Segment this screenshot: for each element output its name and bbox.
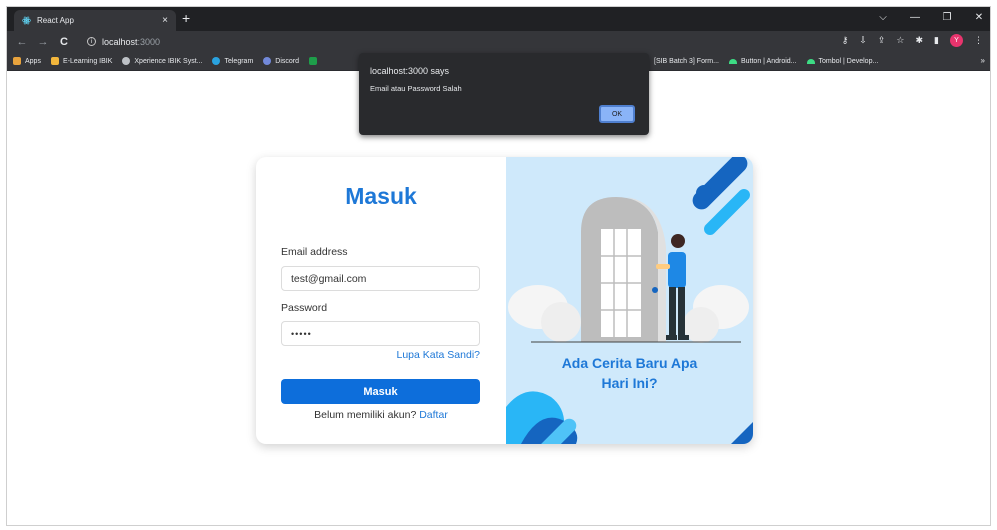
back-icon[interactable]: ←	[16, 36, 28, 48]
key-icon[interactable]: ⚷	[842, 35, 849, 46]
signup-prompt: Belum memiliki akun? Daftar	[256, 409, 506, 421]
bookmark-elearning[interactable]: E-Learning IBIK	[50, 57, 112, 65]
telegram-icon	[212, 57, 221, 65]
password-label: Password	[281, 302, 328, 314]
tab-title: React App	[37, 16, 74, 25]
site-info-icon[interactable]: i	[87, 37, 96, 46]
sheets-icon[interactable]	[309, 57, 321, 65]
forward-icon[interactable]: →	[37, 36, 49, 48]
forgot-password-link[interactable]: Lupa Kata Sandi?	[397, 349, 481, 361]
share-icon[interactable]: ⇪	[878, 35, 886, 46]
elearning-icon	[50, 57, 59, 65]
close-window-icon[interactable]: ✕	[973, 12, 985, 23]
url-host: localhost	[102, 36, 138, 47]
email-label: Email address	[281, 246, 348, 258]
react-icon	[22, 16, 31, 25]
discord-icon	[263, 57, 272, 65]
signup-link[interactable]: Daftar	[419, 409, 448, 421]
minimize-icon[interactable]: —	[909, 12, 921, 23]
url-port: :3000	[137, 36, 161, 47]
install-icon[interactable]: ⇩	[859, 35, 867, 46]
bookmark-star-icon[interactable]: ☆	[896, 35, 904, 46]
browser-toolbar: ← → C i localhost:3000 ⚷ ⇩ ⇪ ☆ ✱ ▮ Y ⋮	[7, 31, 991, 52]
screen: React App × + ⌵ — ❐ ✕ ← → C i localhost:…	[0, 0, 997, 530]
tagline-line-1: Ada Cerita Baru Apa	[561, 355, 698, 371]
bookmark-button-android[interactable]: Button | Android...	[728, 58, 797, 65]
bookmarks-overflow-icon[interactable]: »	[981, 56, 985, 65]
profile-avatar[interactable]: Y	[950, 34, 963, 47]
browser-tab[interactable]: React App ×	[14, 10, 176, 31]
tab-close-icon[interactable]: ×	[162, 15, 168, 26]
browser-tab-strip: React App × + ⌵ — ❐ ✕	[7, 7, 991, 31]
signup-text: Belum memiliki akun?	[314, 409, 417, 421]
illustration-tagline: Ada Cerita Baru Apa Hari Ini?	[506, 353, 753, 393]
password-field[interactable]: •••••	[281, 321, 480, 346]
tab-search-icon[interactable]: ⌵	[877, 12, 889, 23]
menu-icon[interactable]: ⋮	[974, 35, 983, 46]
globe-icon	[122, 57, 131, 65]
new-tab-button[interactable]: +	[182, 11, 190, 25]
door-illustration	[506, 157, 753, 444]
bookmark-sib-form[interactable]: [SIB Batch 3] Form...	[654, 58, 719, 65]
email-field[interactable]: test@gmail.com	[281, 266, 480, 291]
login-button[interactable]: Masuk	[281, 379, 480, 404]
android-icon	[806, 59, 815, 64]
alert-message: Email atau Password Salah	[370, 84, 462, 93]
bookmarks-right: [SIB Batch 3] Form... Button | Android..…	[654, 52, 888, 71]
toolbar-actions: ⚷ ⇩ ⇪ ☆ ✱ ▮ Y ⋮	[842, 34, 983, 47]
reload-icon[interactable]: C	[58, 36, 70, 48]
illustration-panel: Ada Cerita Baru Apa Hari Ini?	[506, 157, 753, 444]
bookmark-apps[interactable]: Apps	[13, 57, 41, 65]
alert-ok-button[interactable]: OK	[599, 105, 635, 123]
login-card: Masuk Email address test@gmail.com Passw…	[256, 157, 753, 444]
tagline-line-2: Hari Ini?	[601, 375, 658, 391]
window-controls: ⌵ — ❐ ✕	[877, 12, 985, 23]
android-icon	[728, 59, 737, 64]
login-form: Masuk Email address test@gmail.com Passw…	[256, 157, 506, 444]
alert-dialog: localhost:3000 says Email atau Password …	[359, 53, 649, 135]
extensions-icon[interactable]: ✱	[916, 35, 924, 46]
bookmark-tombol-develop[interactable]: Tombol | Develop...	[806, 58, 878, 65]
side-panel-icon[interactable]: ▮	[934, 35, 939, 46]
bookmark-discord[interactable]: Discord	[263, 57, 299, 65]
bookmark-xperience[interactable]: Xperience IBIK Syst...	[122, 57, 202, 65]
address-bar[interactable]: i localhost:3000	[87, 33, 837, 50]
apps-grid-icon	[13, 57, 21, 65]
restore-icon[interactable]: ❐	[941, 12, 953, 23]
login-heading: Masuk	[345, 183, 417, 209]
alert-title: localhost:3000 says	[370, 66, 450, 76]
bookmark-telegram[interactable]: Telegram	[212, 57, 253, 65]
